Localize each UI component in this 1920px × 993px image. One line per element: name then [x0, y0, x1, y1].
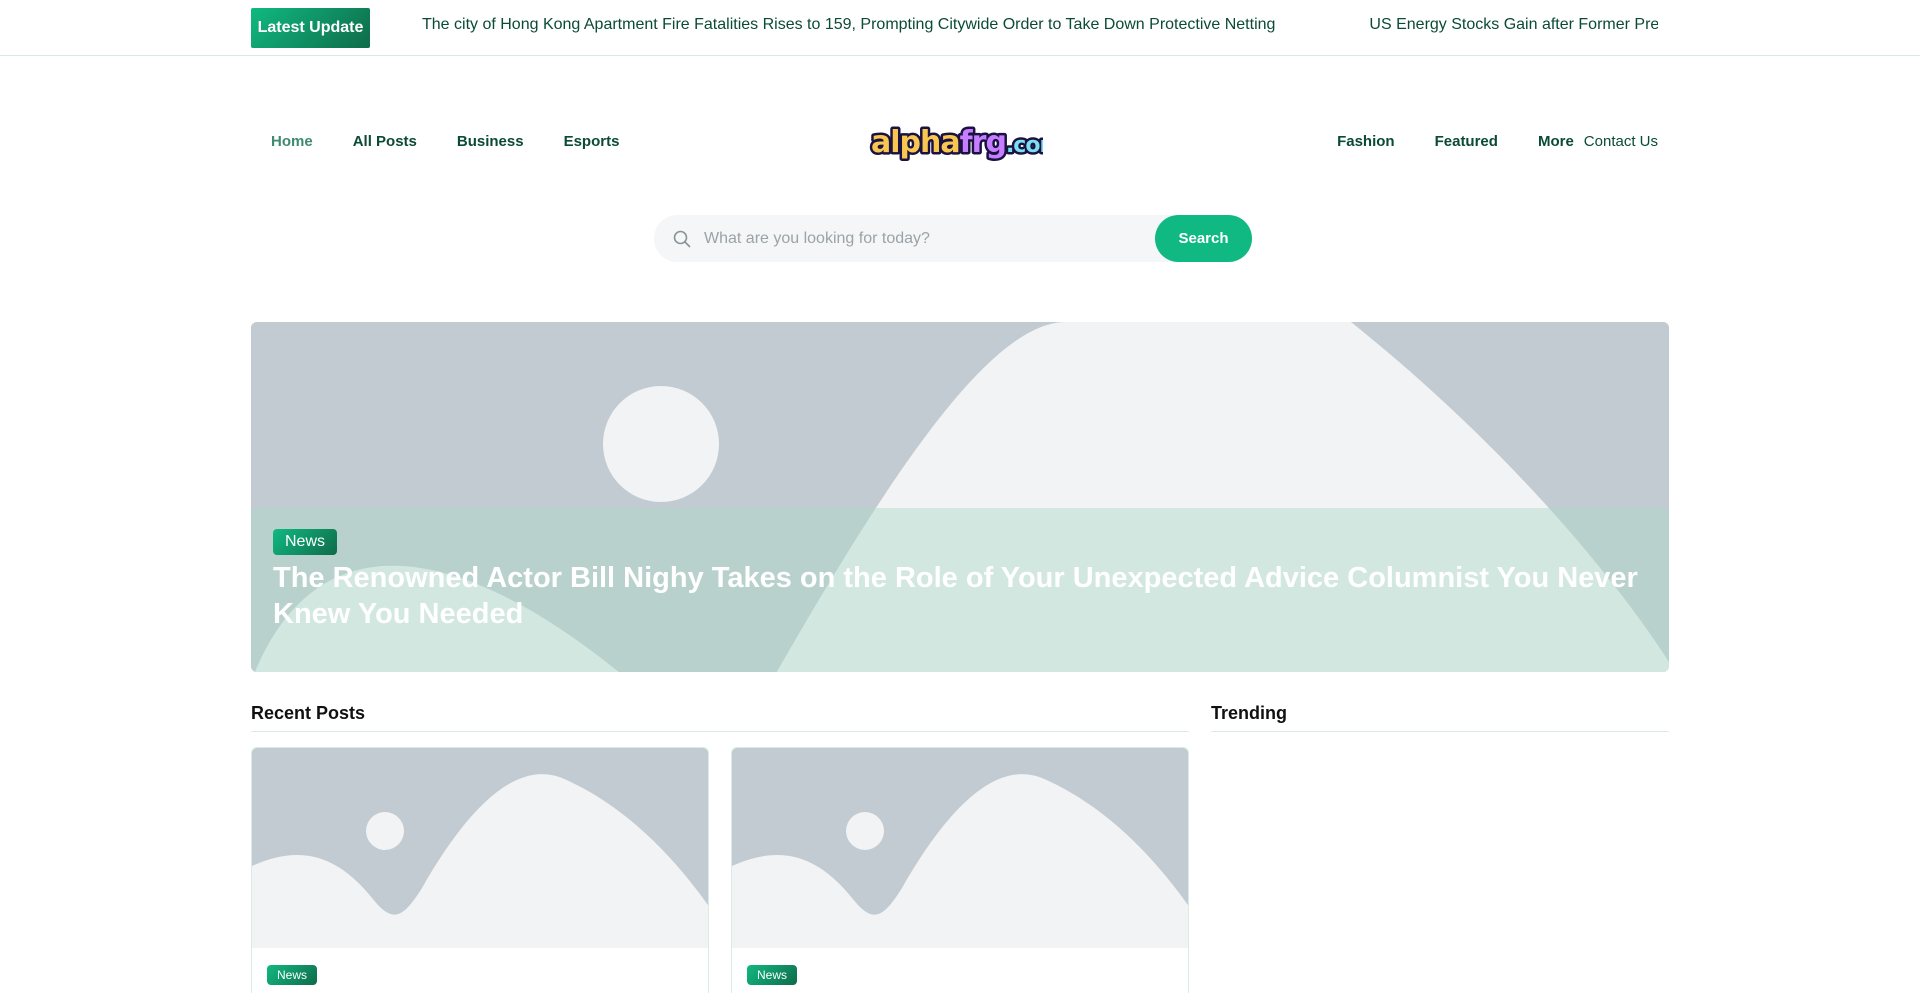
- featured-hero[interactable]: News The Renowned Actor Bill Nighy Takes…: [251, 322, 1669, 672]
- search-button[interactable]: Search: [1155, 215, 1252, 262]
- nav-all-posts[interactable]: All Posts: [353, 133, 417, 150]
- ticker-item[interactable]: The city of Hong Kong Apartment Fire Fat…: [422, 16, 1275, 34]
- category-badge[interactable]: News: [747, 965, 798, 985]
- latest-update-badge: Latest Update: [251, 8, 370, 48]
- nav-featured[interactable]: Featured: [1435, 133, 1498, 150]
- logo-part-frg: frg: [960, 125, 1006, 160]
- recent-posts-heading: Recent Posts: [251, 703, 366, 723]
- nav-contact-us[interactable]: Contact Us: [1584, 133, 1658, 150]
- ticker-item[interactable]: US Energy Stocks Gain after Former Presi: [1369, 16, 1658, 34]
- search-bar: Search: [654, 215, 1252, 262]
- image-placeholder: [252, 748, 708, 948]
- search-icon: [673, 230, 691, 248]
- image-placeholder: [732, 748, 1188, 948]
- logo-part-com: .com: [1006, 133, 1043, 158]
- ticker-track: The city of Hong Kong Apartment Fire Fat…: [422, 0, 1658, 50]
- primary-nav-left: Home All Posts Business Esports: [271, 128, 659, 154]
- hero-title[interactable]: The Renowned Actor Bill Nighy Takes on t…: [273, 560, 1643, 632]
- nav-more[interactable]: More: [1538, 133, 1574, 150]
- news-ticker: Latest Update The city of Hong Kong Apar…: [0, 0, 1920, 56]
- nav-business[interactable]: Business: [457, 133, 524, 150]
- divider: [1211, 731, 1669, 732]
- nav-home[interactable]: Home: [271, 133, 313, 150]
- search-input[interactable]: [704, 215, 1104, 262]
- category-badge[interactable]: News: [267, 965, 318, 985]
- post-card[interactable]: News: [731, 747, 1189, 993]
- divider: [251, 731, 1189, 732]
- nav-esports[interactable]: Esports: [564, 133, 620, 150]
- category-badge[interactable]: News: [273, 529, 338, 555]
- svg-text:alphafrg.com: alphafrg.com: [871, 125, 1043, 160]
- post-card[interactable]: News: [251, 747, 709, 993]
- logo-part-alpha: alpha: [871, 125, 960, 160]
- site-logo[interactable]: alphafrg.com alphafrg.com: [867, 118, 1044, 166]
- trending-heading: Trending: [1211, 703, 1287, 723]
- nav-fashion[interactable]: Fashion: [1337, 133, 1395, 150]
- primary-nav-right: Fashion Featured More Contact Us: [1297, 128, 1658, 154]
